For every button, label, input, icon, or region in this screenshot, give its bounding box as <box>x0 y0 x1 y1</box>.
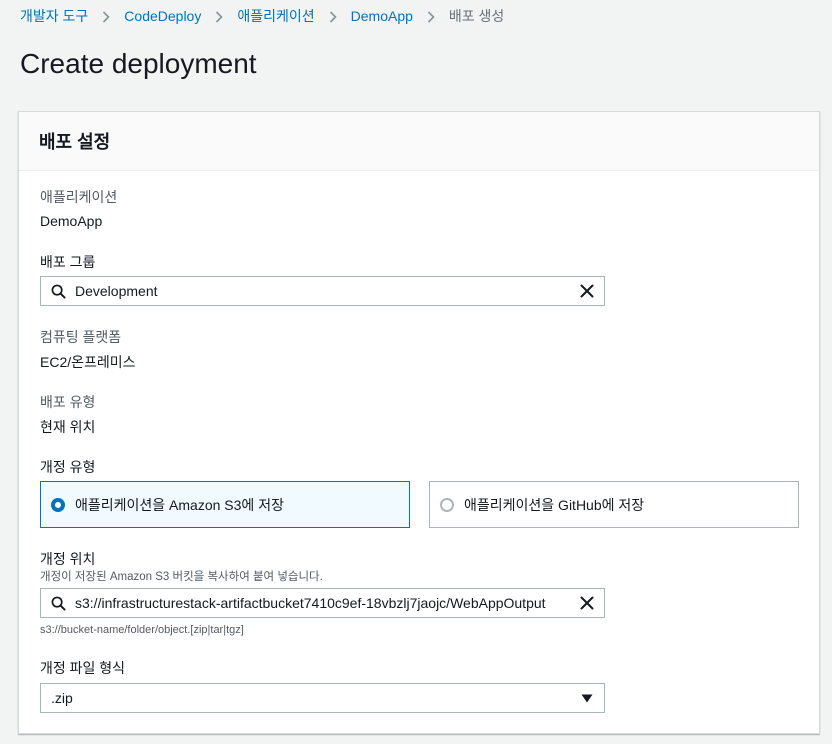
radio-unselected-icon <box>440 497 454 512</box>
deployment-group-input[interactable]: Development <box>40 276 605 306</box>
revision-location-hint: s3://bucket-name/folder/object.[zip|tar|… <box>40 624 244 636</box>
chevron-right-icon <box>413 8 449 24</box>
radio-option-s3[interactable]: 애플리케이션을 Amazon S3에 저장 <box>40 481 410 528</box>
chevron-right-icon <box>88 8 124 24</box>
file-type-value: .zip <box>51 690 73 706</box>
search-icon <box>41 284 75 299</box>
radio-option-s3-label: 애플리케이션을 Amazon S3에 저장 <box>75 496 284 513</box>
deployment-group-label: 배포 그룹 <box>40 254 96 270</box>
page-title: Create deployment <box>20 48 257 79</box>
breadcrumb-demoapp[interactable]: DemoApp <box>351 8 413 24</box>
caret-down-icon <box>570 694 604 703</box>
file-type-select[interactable]: .zip <box>40 683 605 713</box>
breadcrumb-developer-tools[interactable]: 개발자 도구 <box>20 6 88 26</box>
deployment-group-value: Development <box>75 283 158 299</box>
deployment-type-value: 현재 위치 <box>40 419 96 435</box>
radio-option-github-label: 애플리케이션을 GitHub에 저장 <box>464 496 645 513</box>
radio-selected-icon <box>51 497 65 512</box>
revision-location-description: 개정이 저장된 Amazon S3 버킷을 복사하여 붙여 넣습니다. <box>40 571 323 583</box>
breadcrumb-current: 배포 생성 <box>448 8 505 24</box>
application-label: 애플리케이션 <box>40 189 118 205</box>
compute-platform-label: 컴퓨팅 플랫폼 <box>40 329 122 345</box>
chevron-right-icon <box>315 8 351 24</box>
revision-location-value: s3://infrastructurestack-artifactbucket7… <box>75 595 546 611</box>
radio-option-github[interactable]: 애플리케이션을 GitHub에 저장 <box>429 481 799 528</box>
close-icon[interactable] <box>570 284 604 298</box>
breadcrumb-codedeploy[interactable]: CodeDeploy <box>124 8 201 24</box>
file-type-label: 개정 파일 형식 <box>40 660 126 676</box>
application-value: DemoApp <box>40 213 103 229</box>
close-icon[interactable] <box>570 596 604 610</box>
breadcrumb-applications[interactable]: 애플리케이션 <box>237 6 314 26</box>
search-icon <box>41 596 75 611</box>
deployment-settings-panel: 배포 설정 애플리케이션 DemoApp 배포 그룹 Development 컴… <box>18 111 820 734</box>
panel-title: 배포 설정 <box>39 132 111 152</box>
panel-header: 배포 설정 <box>19 112 819 171</box>
compute-platform-value: EC2/온프레미스 <box>40 354 136 370</box>
revision-location-label: 개정 위치 <box>40 551 96 567</box>
chevron-right-icon <box>201 8 237 24</box>
revision-location-input[interactable]: s3://infrastructurestack-artifactbucket7… <box>40 588 605 618</box>
deployment-type-label: 배포 유형 <box>40 394 96 410</box>
revision-type-label: 개정 유형 <box>40 459 96 475</box>
breadcrumb: 개발자 도구 CodeDeploy 애플리케이션 DemoApp 배포 생성 <box>20 6 504 26</box>
